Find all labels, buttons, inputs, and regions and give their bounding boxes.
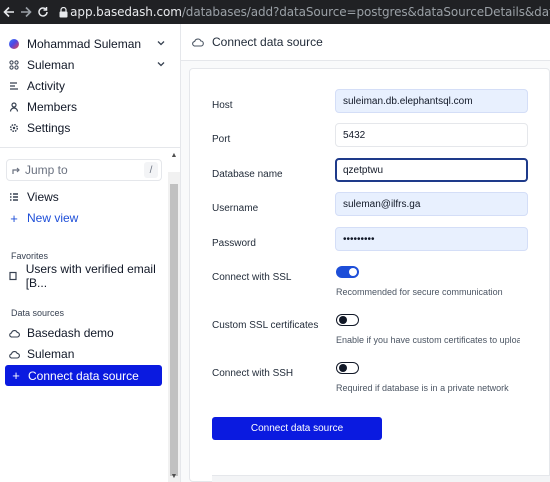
ssl-toggle[interactable] (336, 266, 359, 278)
toggle-knob (338, 316, 347, 324)
scroll-up-icon[interactable]: ▲ (168, 149, 180, 161)
user-menu[interactable]: Mohammad Suleman (6, 34, 168, 54)
sidebar-item-label: Views (27, 190, 59, 204)
ssh-hint: Required if database is in a private net… (336, 383, 509, 393)
username-field[interactable]: suleman@ilfrs.ga (335, 192, 528, 216)
connect-form-card: Host suleiman.db.elephantsql.com Port 54… (189, 68, 550, 482)
main-content: Connect data source Host suleiman.db.ele… (181, 24, 550, 482)
chevron-down-icon (156, 37, 166, 51)
cloud-icon (6, 329, 22, 338)
sidebar-item-label: Connect data source (28, 368, 139, 383)
workspace-menu[interactable]: Suleman (6, 55, 168, 75)
gear-icon (6, 123, 22, 133)
password-field[interactable]: ••••••••• (335, 227, 528, 251)
data-sources-heading: Data sources (11, 308, 65, 318)
new-view-button[interactable]: + New view (6, 208, 168, 228)
sidebar-item-source[interactable]: Suleman (6, 344, 168, 364)
sidebar-item-label: Members (27, 100, 78, 114)
cloud-icon (192, 37, 206, 47)
favorites-heading: Favorites (11, 251, 49, 261)
browser-toolbar: app.basedash.com/databases/add?dataSourc… (0, 0, 550, 24)
reload-icon[interactable] (34, 0, 51, 24)
custom-ssl-hint: Enable if you have custom certificates t… (336, 335, 520, 345)
url-host: app.basedash.com (70, 5, 182, 19)
jump-arrow-icon (7, 165, 25, 175)
shortcut-badge: / (144, 162, 158, 178)
sidebar-item-connect-data-source[interactable]: + Connect data source (5, 365, 162, 386)
forward-arrow-icon[interactable] (17, 0, 34, 24)
sidebar: Mohammad Suleman Suleman Activity Member… (0, 24, 181, 482)
activity-icon (6, 81, 22, 91)
sidebar-item-label: Settings (27, 121, 71, 135)
workspace-name: Suleman (27, 58, 75, 72)
sidebar-item-members[interactable]: Members (6, 97, 168, 117)
workspace-icon (6, 60, 22, 70)
toggle-knob (338, 364, 347, 372)
favorite-item[interactable]: Users with verified email [B... (6, 262, 168, 290)
port-field[interactable]: 5432 (335, 123, 528, 147)
database-name-field[interactable]: qzetptwu (335, 158, 528, 182)
sidebar-item-source[interactable]: Basedash demo (6, 323, 168, 343)
address-bar[interactable]: app.basedash.com/databases/add?dataSourc… (70, 5, 550, 19)
host-label: Host (212, 100, 233, 111)
port-label: Port (212, 134, 231, 145)
sidebar-item-activity[interactable]: Activity (6, 76, 168, 96)
ssh-label: Connect with SSH (212, 368, 294, 379)
custom-ssl-label: Custom SSL certificates (212, 320, 319, 331)
user-icon (6, 102, 22, 112)
scrollbar-thumb[interactable] (170, 184, 178, 476)
jump-to-placeholder: Jump to (25, 163, 68, 177)
sidebar-item-views[interactable]: Views (6, 187, 168, 207)
host-field[interactable]: suleiman.db.elephantsql.com (335, 89, 528, 113)
username-label: Username (212, 203, 259, 214)
toggle-knob (349, 268, 357, 276)
cloud-icon (6, 350, 22, 359)
ssl-hint: Recommended for secure communication (336, 287, 503, 297)
list-icon (6, 192, 22, 202)
sidebar-item-label: Basedash demo (27, 326, 114, 340)
database-name-label: Database name (212, 169, 283, 180)
divider (0, 147, 181, 148)
ssh-toggle[interactable] (336, 362, 359, 374)
custom-ssl-toggle[interactable] (336, 314, 359, 326)
password-label: Password (212, 238, 256, 249)
sidebar-item-label: Suleman (27, 347, 75, 361)
new-view-label: New view (27, 211, 79, 225)
ssl-label: Connect with SSL (212, 272, 292, 283)
sidebar-item-label: Activity (27, 79, 66, 93)
scroll-down-icon[interactable]: ▼ (168, 470, 180, 482)
plus-icon: + (10, 210, 18, 226)
chevron-down-icon (156, 58, 166, 72)
lock-icon[interactable] (58, 0, 71, 24)
jump-to-input[interactable]: Jump to / (6, 159, 162, 181)
page-title: Connect data source (212, 35, 323, 49)
back-arrow-icon[interactable] (0, 0, 17, 24)
url-path: /databases/add?dataSource=postgres&dataS… (181, 5, 550, 19)
view-icon (6, 271, 21, 281)
plus-icon: + (12, 368, 20, 383)
avatar (6, 39, 22, 49)
connect-data-source-button[interactable]: Connect data source (212, 417, 382, 440)
bottom-panel (212, 475, 550, 482)
sidebar-item-settings[interactable]: Settings (6, 118, 168, 138)
favorite-item-label: Users with verified email [B... (25, 262, 156, 290)
user-name: Mohammad Suleman (27, 37, 142, 51)
page-header: Connect data source (181, 24, 550, 61)
